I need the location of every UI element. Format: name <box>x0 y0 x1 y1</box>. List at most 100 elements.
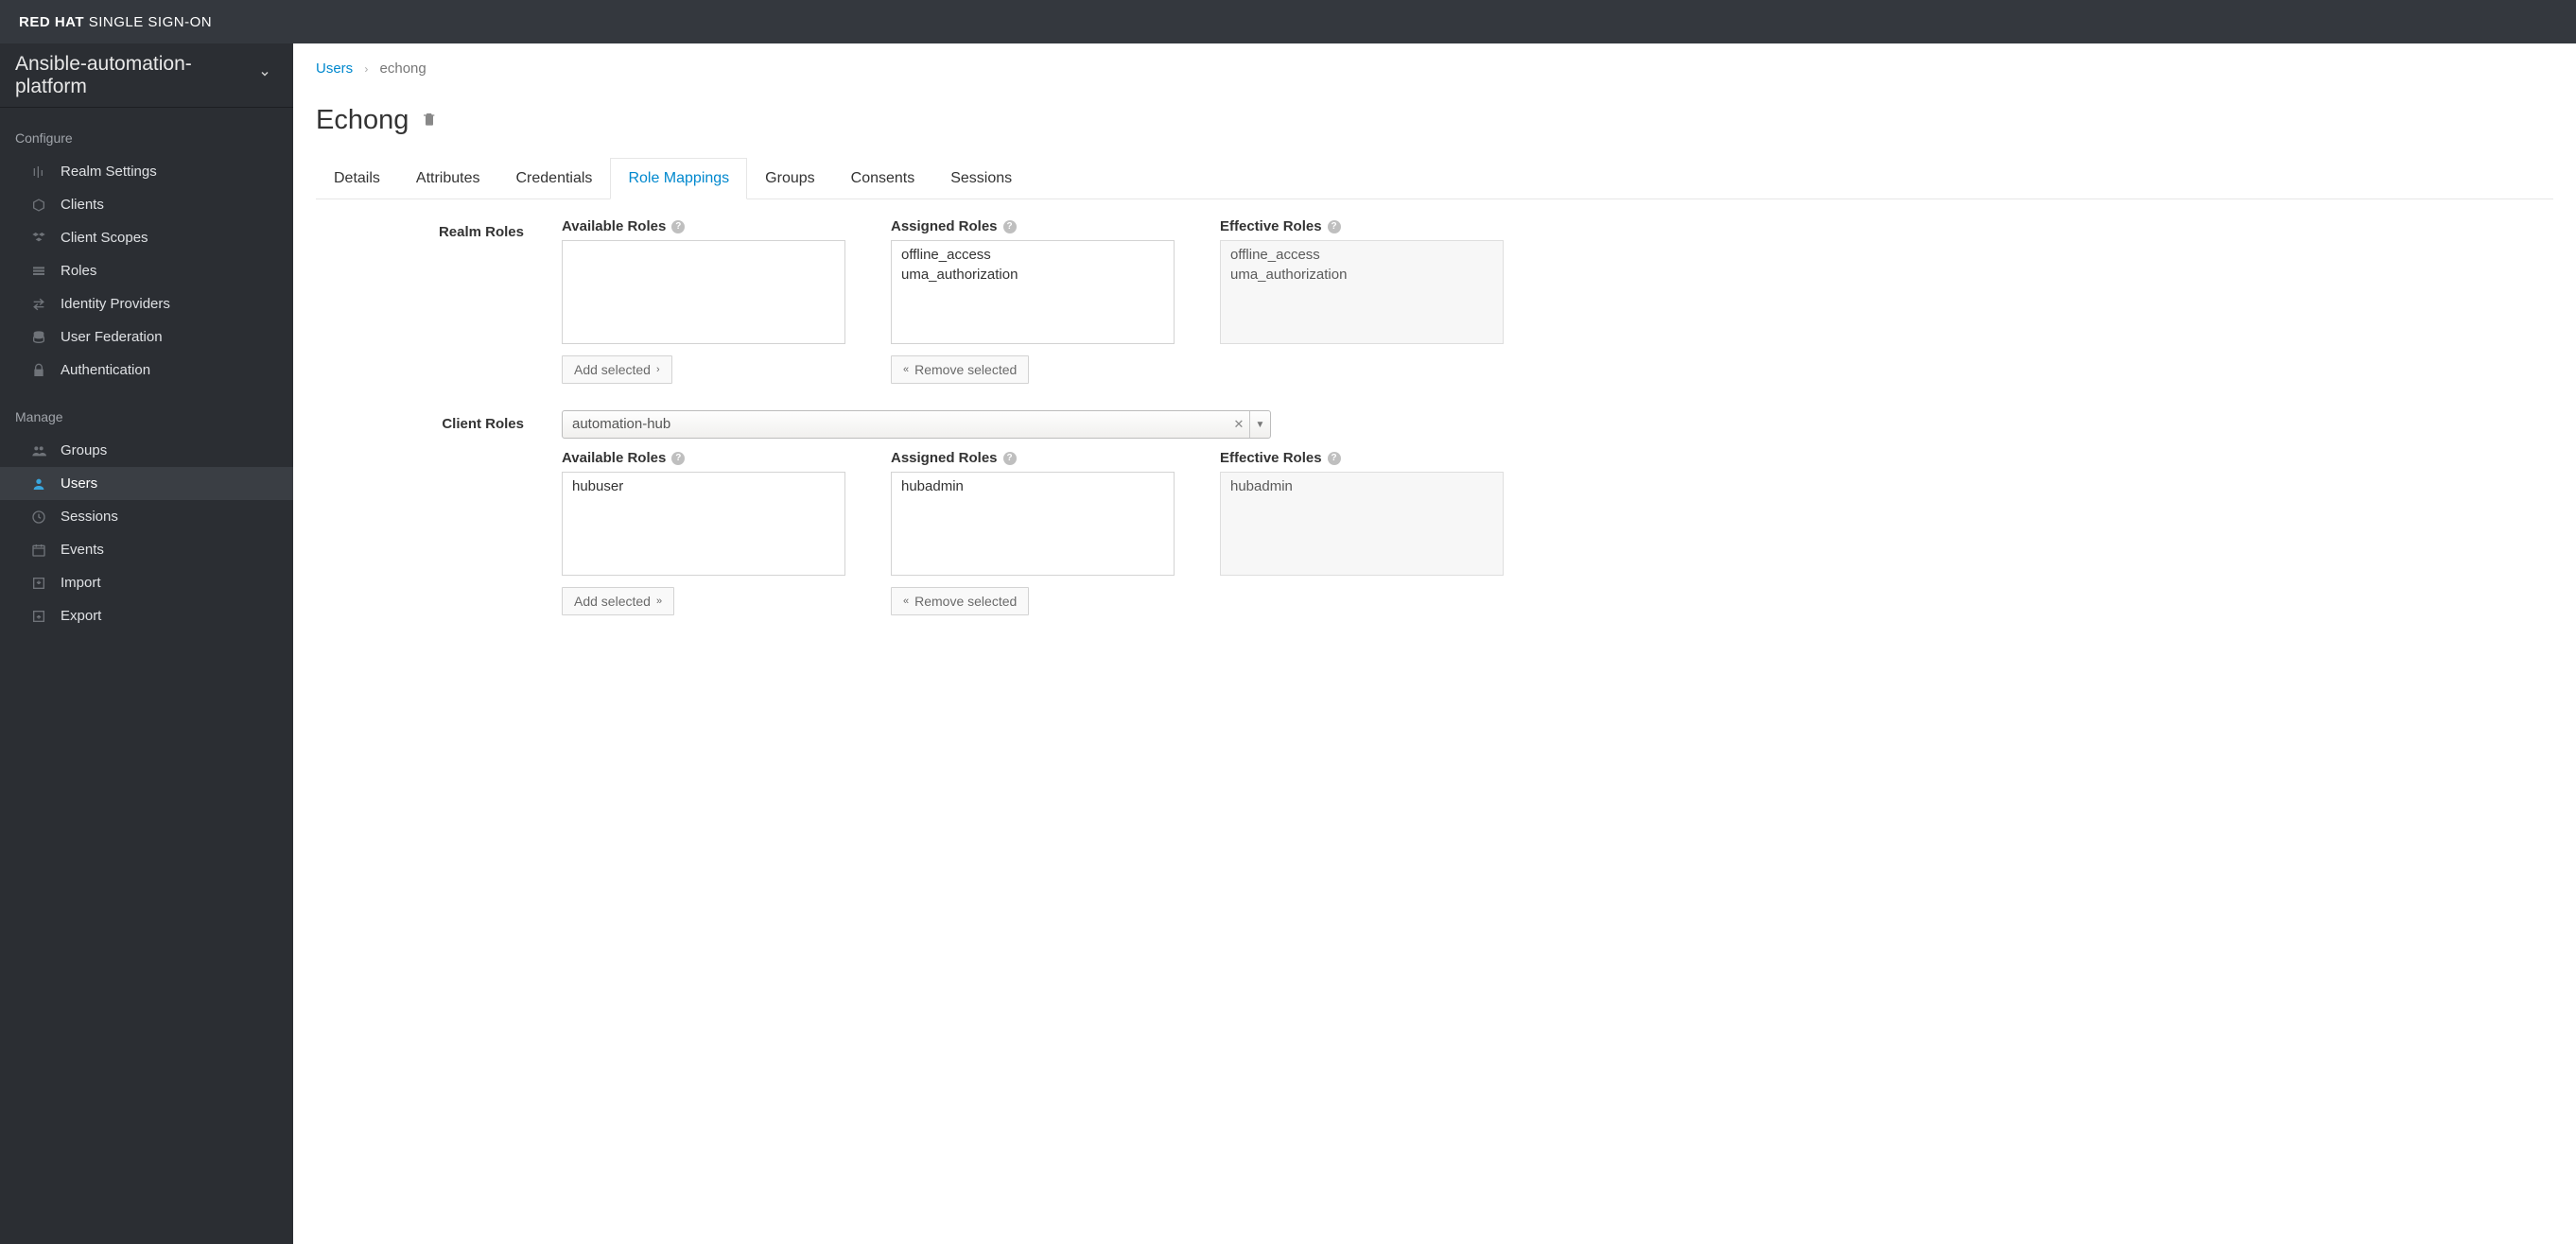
tab-groups[interactable]: Groups <box>747 158 832 199</box>
cube-icon <box>30 198 47 213</box>
main-content: Users › echong Echong DetailsAttributesC… <box>293 43 2576 1244</box>
btn-label: Remove selected <box>914 594 1017 609</box>
btn-label: Add selected <box>574 362 651 377</box>
sidebar-section-configure: Configure <box>0 108 293 155</box>
topbar: RED HAT SINGLE SIGN-ON <box>0 0 2576 43</box>
database-icon <box>30 330 47 345</box>
client-effective-listbox: hubadmin <box>1220 472 1504 576</box>
realm-selector[interactable]: Ansible-automation-platform <box>0 43 293 108</box>
realm-effective-label: Effective Roles <box>1220 218 1322 234</box>
sidebar-item-label: Clients <box>61 197 104 213</box>
role-option[interactable]: hubadmin <box>901 476 1164 496</box>
sidebar-item-label: User Federation <box>61 329 163 345</box>
sidebar-item-authentication[interactable]: Authentication <box>0 354 293 387</box>
realm-effective-listbox: offline_accessuma_authorization <box>1220 240 1504 344</box>
role-option[interactable]: offline_access <box>901 245 1164 265</box>
sidebar-item-label: Realm Settings <box>61 164 157 180</box>
sidebar-item-identity-providers[interactable]: Identity Providers <box>0 287 293 320</box>
sidebar-item-clients[interactable]: Clients <box>0 188 293 221</box>
sidebar-item-label: Client Scopes <box>61 230 148 246</box>
realm-available-listbox[interactable] <box>562 240 845 344</box>
page-title: Echong <box>316 105 409 136</box>
sidebar-item-label: Identity Providers <box>61 296 170 312</box>
breadcrumb-separator: › <box>364 62 368 76</box>
brand: RED HAT SINGLE SIGN-ON <box>19 14 212 30</box>
client-select-combobox[interactable]: automation-hub ✕ ▼ <box>562 410 1271 439</box>
realm-roles-label: Realm Roles <box>316 218 562 384</box>
sidebar-section-manage: Manage <box>0 387 293 434</box>
help-icon[interactable]: ? <box>1328 220 1341 233</box>
sidebar-item-label: Events <box>61 542 104 558</box>
realm-add-selected-button[interactable]: Add selected › <box>562 355 672 384</box>
tabs: DetailsAttributesCredentialsRole Mapping… <box>316 157 2553 199</box>
tab-credentials[interactable]: Credentials <box>498 158 611 199</box>
realm-name: Ansible-automation-platform <box>15 53 259 98</box>
tab-role-mappings[interactable]: Role Mappings <box>610 158 747 199</box>
help-icon[interactable]: ? <box>1003 220 1017 233</box>
sidebar-item-label: Groups <box>61 442 107 458</box>
realm-assigned-listbox[interactable]: offline_accessuma_authorization <box>891 240 1175 344</box>
client-effective-label: Effective Roles <box>1220 450 1322 466</box>
client-assigned-label: Assigned Roles <box>891 450 998 466</box>
client-select-dropdown-icon[interactable]: ▼ <box>1249 411 1270 438</box>
realm-remove-selected-button[interactable]: « Remove selected <box>891 355 1029 384</box>
breadcrumb: Users › echong <box>316 60 2553 77</box>
sidebar-item-export[interactable]: Export <box>0 599 293 632</box>
list-icon <box>30 264 47 279</box>
help-icon[interactable]: ? <box>671 220 685 233</box>
client-remove-selected-button[interactable]: « Remove selected <box>891 587 1029 615</box>
chevron-down-icon <box>259 68 270 82</box>
btn-label: Remove selected <box>914 362 1017 377</box>
client-select-clear-icon[interactable]: ✕ <box>1228 411 1249 438</box>
role-option: offline_access <box>1230 245 1493 265</box>
sidebar-item-label: Export <box>61 608 101 624</box>
help-icon[interactable]: ? <box>671 452 685 465</box>
role-option[interactable]: uma_authorization <box>901 265 1164 285</box>
sidebar-item-client-scopes[interactable]: Client Scopes <box>0 221 293 254</box>
sidebar-item-import[interactable]: Import <box>0 566 293 599</box>
help-icon[interactable]: ? <box>1328 452 1341 465</box>
calendar-icon <box>30 543 47 558</box>
sidebar-item-groups[interactable]: Groups <box>0 434 293 467</box>
realm-assigned-label: Assigned Roles <box>891 218 998 234</box>
client-available-label: Available Roles <box>562 450 666 466</box>
sidebar-item-roles[interactable]: Roles <box>0 254 293 287</box>
breadcrumb-current: echong <box>380 60 426 77</box>
sidebar-item-label: Users <box>61 475 97 492</box>
role-option: hubadmin <box>1230 476 1493 496</box>
sidebar-item-events[interactable]: Events <box>0 533 293 566</box>
sidebar-item-sessions[interactable]: Sessions <box>0 500 293 533</box>
btn-label: Add selected <box>574 594 651 609</box>
client-assigned-listbox[interactable]: hubadmin <box>891 472 1175 576</box>
chevron-right-icon: › <box>656 364 660 375</box>
sidebar-item-label: Sessions <box>61 509 118 525</box>
tab-sessions[interactable]: Sessions <box>932 158 1030 199</box>
export-icon <box>30 609 47 624</box>
sidebar-item-users[interactable]: Users <box>0 467 293 500</box>
users-icon <box>30 443 47 458</box>
role-option[interactable]: hubuser <box>572 476 835 496</box>
client-add-selected-button[interactable]: Add selected » <box>562 587 674 615</box>
sidebar-item-label: Roles <box>61 263 96 279</box>
client-roles-label: Client Roles <box>316 410 562 615</box>
chevron-right-double-icon: » <box>656 596 662 607</box>
sidebar-configure-items: Realm Settings Clients Client Scopes Roles I… <box>0 155 293 387</box>
import-icon <box>30 576 47 591</box>
sidebar-item-user-federation[interactable]: User Federation <box>0 320 293 354</box>
tab-details[interactable]: Details <box>316 158 398 199</box>
chevron-left-double-icon: « <box>903 596 909 607</box>
sliders-icon <box>30 164 47 180</box>
delete-user-icon[interactable] <box>422 112 437 130</box>
breadcrumb-users-link[interactable]: Users <box>316 60 353 77</box>
tab-consents[interactable]: Consents <box>833 158 933 199</box>
brand-redhat: RED HAT <box>19 14 84 30</box>
sidebar-manage-items: Groups Users Sessions Events Import Export <box>0 434 293 632</box>
client-available-listbox[interactable]: hubuser <box>562 472 845 576</box>
brand-product: SINGLE SIGN-ON <box>89 14 212 30</box>
sidebar-item-label: Authentication <box>61 362 150 378</box>
chevron-left-double-icon: « <box>903 364 909 375</box>
sidebar-item-realm-settings[interactable]: Realm Settings <box>0 155 293 188</box>
clock-icon <box>30 510 47 525</box>
help-icon[interactable]: ? <box>1003 452 1017 465</box>
tab-attributes[interactable]: Attributes <box>398 158 498 199</box>
